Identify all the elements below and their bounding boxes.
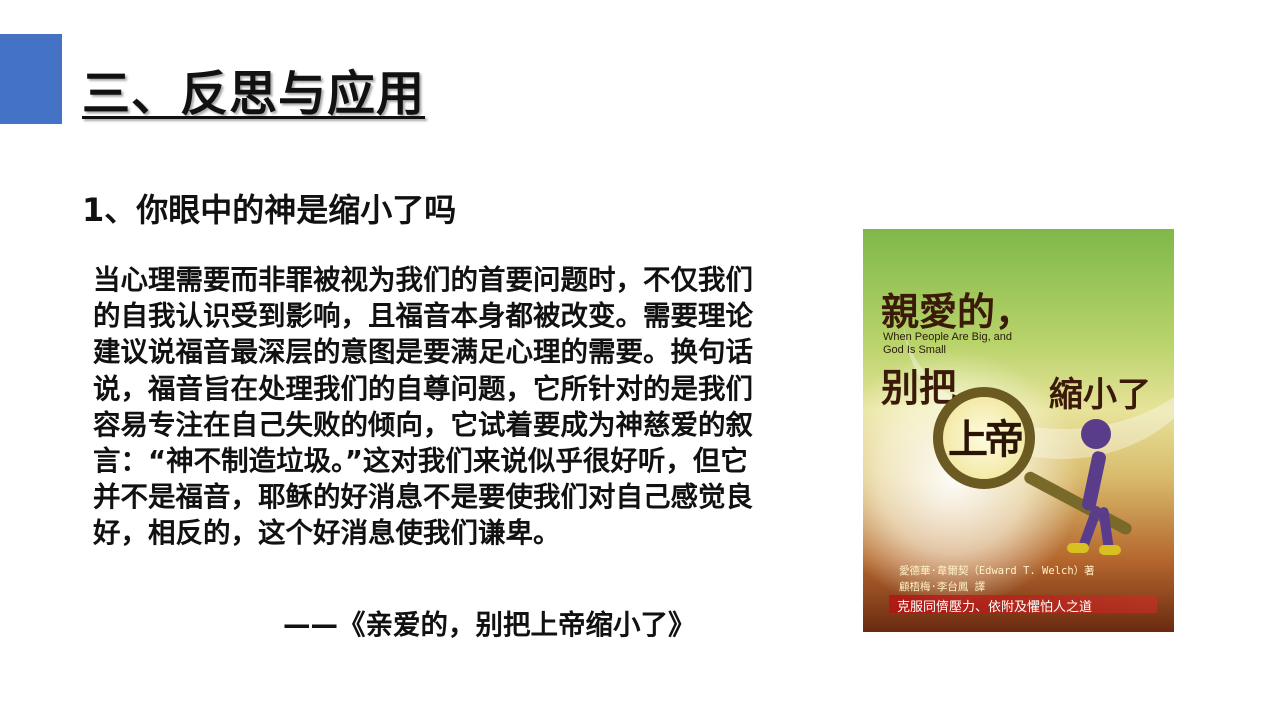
figure-shoe [1099,545,1121,555]
cover-translator: 顧梧梅·李台鳳 譯 [899,581,986,593]
figure-shoe [1067,543,1089,553]
cover-magnified-word: 上帝 [948,416,1024,463]
figure-body [1080,450,1108,512]
cover-author: 愛德華·韋爾契（Edward T. Welch）著 [899,565,1095,577]
cover-tagline: 克服同儕壓力、依附及懼怕人之道 [897,600,1093,615]
cover-title-line3: 縮小了 [1049,375,1151,415]
section-heading: 1、你眼中的神是缩小了吗 [82,191,457,229]
book-cover-image: 親愛的， When People Are Big, and God Is Sma… [863,229,1174,632]
slide-title: 三、反思与应用 [82,66,426,122]
figure-head [1081,419,1111,449]
cover-english-title: When People Are Big, and God Is Small [883,331,1013,356]
quote-source: ——《亲爱的，别把上帝缩小了》 [283,609,696,641]
quote-paragraph: 当心理需要而非罪被视为我们的首要问题时，不仅我们的自我认识受到影响，且福音本身都… [93,264,753,550]
accent-bar [0,34,62,124]
cover-title-line1: 親愛的， [881,289,1034,334]
